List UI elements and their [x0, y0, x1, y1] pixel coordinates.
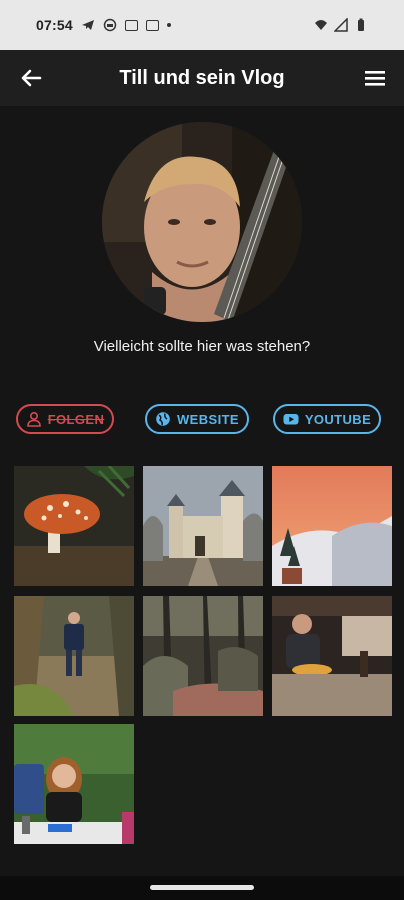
page-title: Till und sein Vlog	[119, 66, 285, 89]
gallery-tile-mushroom[interactable]	[14, 466, 134, 586]
battery-icon	[358, 18, 364, 31]
wifi-icon	[315, 20, 327, 30]
status-bar: 07:54	[0, 0, 404, 50]
follow-label: FOLGEN	[47, 411, 105, 427]
gesture-nav-handle[interactable]	[150, 885, 254, 890]
gallery-tile-kitchen[interactable]	[272, 596, 392, 716]
website-label: WEBSITE	[176, 411, 240, 427]
youtube-label: YOUTUBE	[304, 411, 372, 427]
telegram-icon	[81, 20, 94, 30]
more-notifications-icon	[166, 23, 171, 27]
app-bar: Till und sein Vlog	[0, 50, 404, 106]
gallery-tile-rocky-forest[interactable]	[143, 596, 263, 716]
app-notification-icon	[103, 18, 117, 32]
news-icon	[124, 19, 138, 31]
profile-avatar	[102, 122, 302, 322]
person-icon	[26, 411, 41, 427]
globe-icon	[156, 412, 170, 426]
hamburger-menu-icon[interactable]	[362, 65, 388, 91]
follow-button[interactable]: FOLGEN	[16, 404, 114, 434]
youtube-icon	[283, 414, 299, 425]
gallery-tile-castle[interactable]	[143, 466, 263, 586]
gallery-tile-garden-portrait[interactable]	[14, 724, 134, 844]
gallery-tile-snowy-sunset[interactable]	[272, 466, 392, 586]
signal-icon	[334, 18, 348, 32]
youtube-button[interactable]: YOUTUBE	[273, 404, 381, 434]
profile-bio: Vielleicht sollte hier was stehen?	[93, 338, 311, 355]
news-icon-2	[145, 19, 159, 31]
back-arrow-icon[interactable]	[18, 65, 44, 91]
gallery-tile-forest-walk[interactable]	[14, 596, 134, 716]
website-button[interactable]: WEBSITE	[145, 404, 249, 434]
status-time: 07:54	[36, 17, 73, 33]
